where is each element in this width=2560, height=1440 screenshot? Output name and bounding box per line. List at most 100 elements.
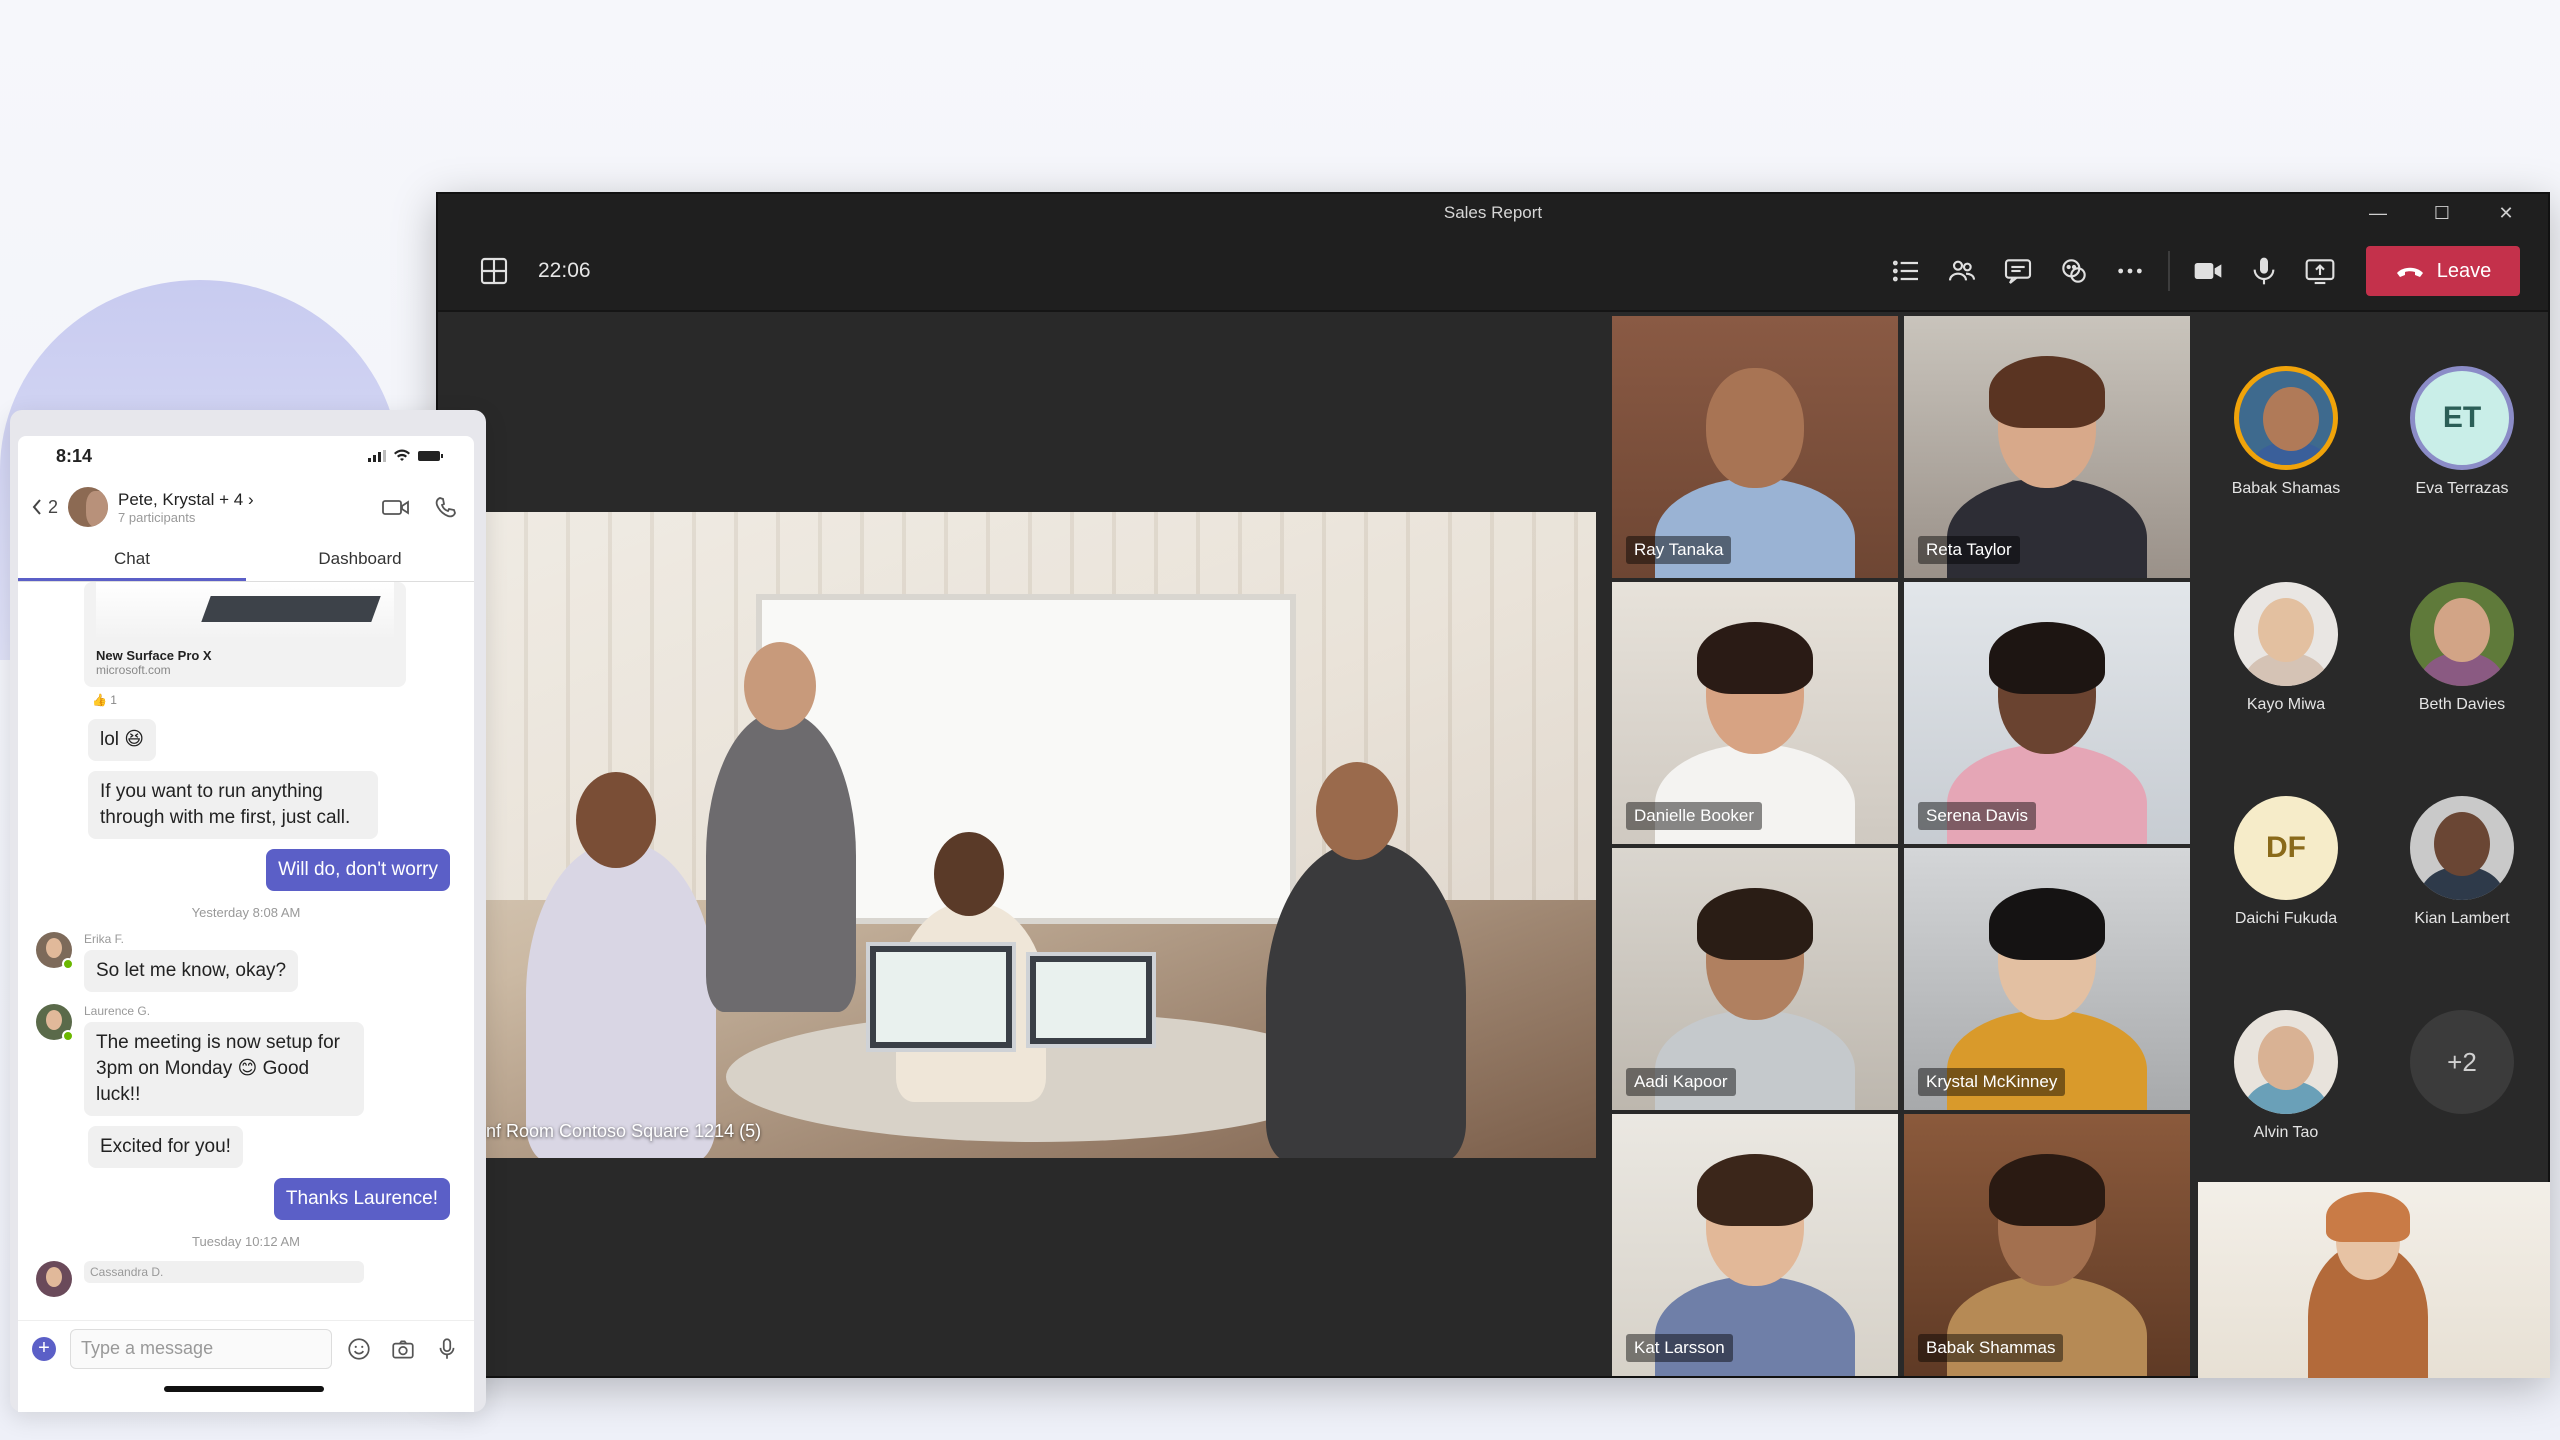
participant-name: Aadi Kapoor	[1626, 1068, 1736, 1096]
microphone-icon[interactable]	[434, 1336, 460, 1362]
chat-title-block[interactable]: Pete, Krystal + 4 › 7 participants	[118, 490, 254, 525]
avatar	[2234, 1010, 2338, 1114]
roster-item[interactable]: Alvin Tao	[2198, 1010, 2374, 1142]
participant-head	[934, 832, 1004, 916]
participant-name: Ray Tanaka	[1626, 536, 1732, 564]
roster-overflow[interactable]: +2	[2374, 1010, 2550, 1114]
video-tile[interactable]: Danielle Booker	[1612, 582, 1898, 844]
group-avatar	[68, 487, 109, 527]
roster-item[interactable]: DF Daichi Fukuda	[2198, 796, 2374, 928]
message-bubble: Excited for you!	[88, 1126, 243, 1168]
avatar	[36, 932, 74, 970]
avatar-initials: DF	[2266, 831, 2306, 864]
video-tile[interactable]: Kat Larsson	[1612, 1114, 1898, 1376]
title-bar: Sales Report — ☐ ✕	[438, 194, 2548, 232]
message-composer: +	[18, 1320, 474, 1376]
link-preview-card[interactable]: New Surface Pro X microsoft.com	[84, 582, 406, 687]
emoji-icon[interactable]	[346, 1336, 372, 1362]
video-tile[interactable]: Aadi Kapoor	[1612, 848, 1898, 1110]
roster-item[interactable]: Beth Davies	[2374, 582, 2550, 714]
list-icon[interactable]	[1878, 243, 1934, 299]
main-video-feed[interactable]: nf Room Contoso Square 1214 (5)	[486, 512, 1596, 1158]
video-tile[interactable]: Babak Shammas	[1904, 1114, 2190, 1376]
video-tile[interactable]	[2198, 1182, 2550, 1378]
home-indicator	[164, 1386, 324, 1392]
video-tile[interactable]: Reta Taylor	[1904, 316, 2190, 578]
window-controls: — ☐ ✕	[2346, 194, 2538, 232]
roster-item[interactable]: ET Eva Terrazas	[2374, 366, 2550, 498]
minimize-button[interactable]: —	[2346, 194, 2410, 232]
reaction-count[interactable]: 👍 1	[92, 693, 456, 707]
roster-name: Eva Terrazas	[2415, 480, 2509, 497]
chat-icon[interactable]	[1990, 243, 2046, 299]
more-options-icon[interactable]	[2102, 243, 2158, 299]
video-tile[interactable]: Ray Tanaka	[1612, 316, 1898, 578]
message-list: New Surface Pro X microsoft.com 👍 1 lol …	[18, 582, 474, 1297]
chevron-right-icon: ›	[247, 489, 254, 509]
avatar: ET	[2410, 366, 2514, 470]
roster-item[interactable]: Kian Lambert	[2374, 796, 2550, 928]
participant-name: Krystal McKinney	[1918, 1068, 2066, 1096]
roster-name: Alvin Tao	[2253, 1124, 2319, 1141]
status-bar: 8:14	[18, 436, 474, 476]
camera-icon[interactable]	[390, 1336, 416, 1362]
timestamp: Tuesday 10:12 AM	[192, 1234, 300, 1249]
close-button[interactable]: ✕	[2474, 194, 2538, 232]
avatar	[2410, 796, 2514, 900]
reactions-icon[interactable]	[2046, 243, 2102, 299]
video-call-icon[interactable]	[382, 495, 410, 519]
avatar	[36, 1004, 74, 1042]
status-time: 8:14	[56, 445, 93, 466]
message-bubble: So let me know, okay?	[84, 950, 299, 992]
avatar	[2234, 366, 2338, 470]
message-bubble: The meeting is now setup for 3pm on Mond…	[84, 1022, 364, 1116]
chevron-left-icon	[32, 499, 41, 515]
presence-online-icon	[62, 1030, 74, 1042]
roster-item[interactable]: Kayo Miwa	[2198, 582, 2374, 714]
participant-head	[576, 772, 656, 868]
add-attachment-button[interactable]: +	[32, 1336, 56, 1361]
sender-name: Laurence G.	[84, 1004, 151, 1018]
overflow-badge: +2	[2410, 1010, 2514, 1114]
overflow-count: +2	[2447, 1046, 2477, 1077]
roster-name: Kian Lambert	[2414, 910, 2510, 927]
people-icon[interactable]	[1934, 243, 1990, 299]
video-tile[interactable]: Serena Davis	[1904, 582, 2190, 844]
status-icons	[368, 449, 444, 463]
avatar: DF	[2234, 796, 2338, 900]
presence-online-icon	[62, 958, 74, 970]
tab-chat[interactable]: Chat	[18, 538, 246, 581]
sender-name: Cassandra D.	[84, 1261, 364, 1283]
participant-figure	[706, 712, 856, 1012]
battery-icon	[418, 451, 443, 461]
microphone-icon[interactable]	[2236, 243, 2292, 299]
share-screen-icon[interactable]	[2292, 243, 2348, 299]
back-button[interactable]: 2	[32, 497, 58, 518]
phone-call-icon[interactable]	[432, 495, 460, 519]
camera-icon[interactable]	[2180, 243, 2236, 299]
maximize-button[interactable]: ☐	[2410, 194, 2474, 232]
back-count: 2	[48, 496, 59, 517]
message-group: Erika F. So let me know, okay?	[36, 932, 456, 992]
message-bubble: lol 😆	[88, 719, 157, 761]
chat-title: Pete, Krystal + 4	[118, 489, 244, 509]
toolbar-divider	[2168, 251, 2170, 291]
video-tile[interactable]: Krystal McKinney	[1904, 848, 2190, 1110]
tab-dashboard[interactable]: Dashboard	[246, 538, 474, 581]
my-message-bubble: Will do, don't worry	[266, 849, 450, 891]
chat-actions	[382, 495, 460, 519]
participant-head	[1316, 762, 1398, 860]
participant-figure	[1266, 842, 1466, 1158]
roster-name: Kayo Miwa	[2246, 696, 2326, 713]
participant-figure	[526, 842, 716, 1158]
window-title: Sales Report	[1443, 203, 1543, 222]
participant-roster: Babak Shamas ET Eva Terrazas Kayo Miwa B…	[2198, 316, 2548, 1172]
message-input[interactable]	[70, 1328, 332, 1369]
roster-item[interactable]: Babak Shamas	[2198, 366, 2374, 498]
avatar-initials: ET	[2442, 401, 2482, 434]
roster-name: Beth Davies	[2418, 696, 2506, 713]
layout-grid-icon[interactable]	[466, 243, 522, 299]
leave-button[interactable]: Leave	[2366, 246, 2520, 296]
room-caption: nf Room Contoso Square 1214 (5)	[486, 1121, 762, 1141]
signal-icon	[368, 450, 386, 462]
